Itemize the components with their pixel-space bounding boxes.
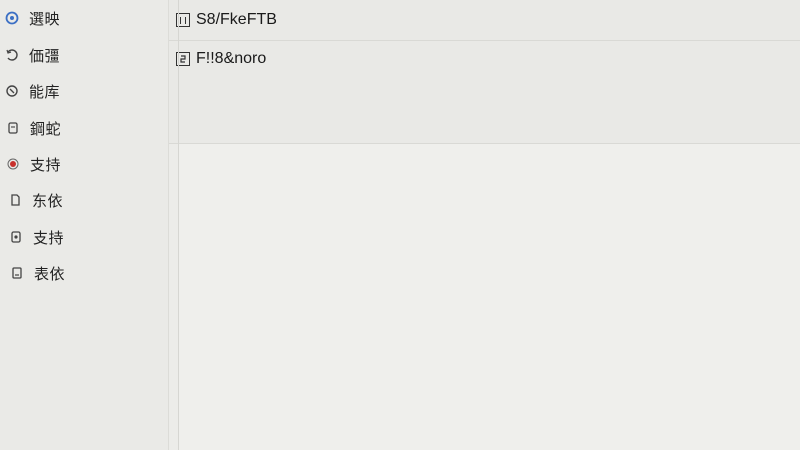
sidebar-item-label: 価彊: [29, 46, 61, 65]
sidebar-item-label: 能库: [29, 82, 61, 101]
content-area: [179, 144, 800, 450]
sidebar-item-8[interactable]: 表依: [10, 258, 170, 288]
sidebar-item-label: 鋼蛇: [30, 119, 62, 138]
main-row-2[interactable]: F!!8&noro: [176, 48, 266, 70]
list-icon: [10, 266, 24, 280]
main-row-1[interactable]: S8/FkeFTB: [176, 9, 277, 31]
sidebar-item-label: 支持: [33, 228, 65, 247]
settings-icon: [9, 230, 23, 244]
sidebar-item-label: 選映: [29, 9, 61, 28]
app-window: 選映 価彊 能库 鋼蛇 支持 东依 支持 表依 S8/FkeFTB F!!8&n…: [0, 0, 800, 450]
sidebar-item-3[interactable]: 能库: [5, 76, 165, 106]
row-divider: [169, 40, 800, 41]
sidebar: 選映 価彊 能库 鋼蛇 支持 东依 支持 表依: [0, 0, 168, 450]
document-icon: [6, 121, 20, 135]
sidebar-item-label: 表依: [34, 264, 66, 283]
row-label: S8/FkeFTB: [196, 11, 277, 28]
row-label: F!!8&noro: [196, 50, 267, 67]
sidebar-item-5[interactable]: 支持: [6, 149, 166, 179]
sidebar-item-6[interactable]: 东依: [8, 185, 168, 215]
refresh-icon: [5, 48, 19, 62]
globe-icon: [5, 11, 19, 25]
sidebar-item-label: 东依: [32, 191, 64, 210]
sidebar-item-4[interactable]: 鋼蛇: [6, 113, 166, 143]
record-icon: [6, 157, 20, 171]
sidebar-item-label: 支持: [30, 155, 62, 174]
file-icon: [8, 193, 22, 207]
sidebar-item-1[interactable]: 選映: [5, 3, 165, 33]
sidebar-item-2[interactable]: 価彊: [5, 40, 165, 70]
sidebar-item-7[interactable]: 支持: [9, 222, 169, 252]
sync-icon: [5, 84, 19, 98]
